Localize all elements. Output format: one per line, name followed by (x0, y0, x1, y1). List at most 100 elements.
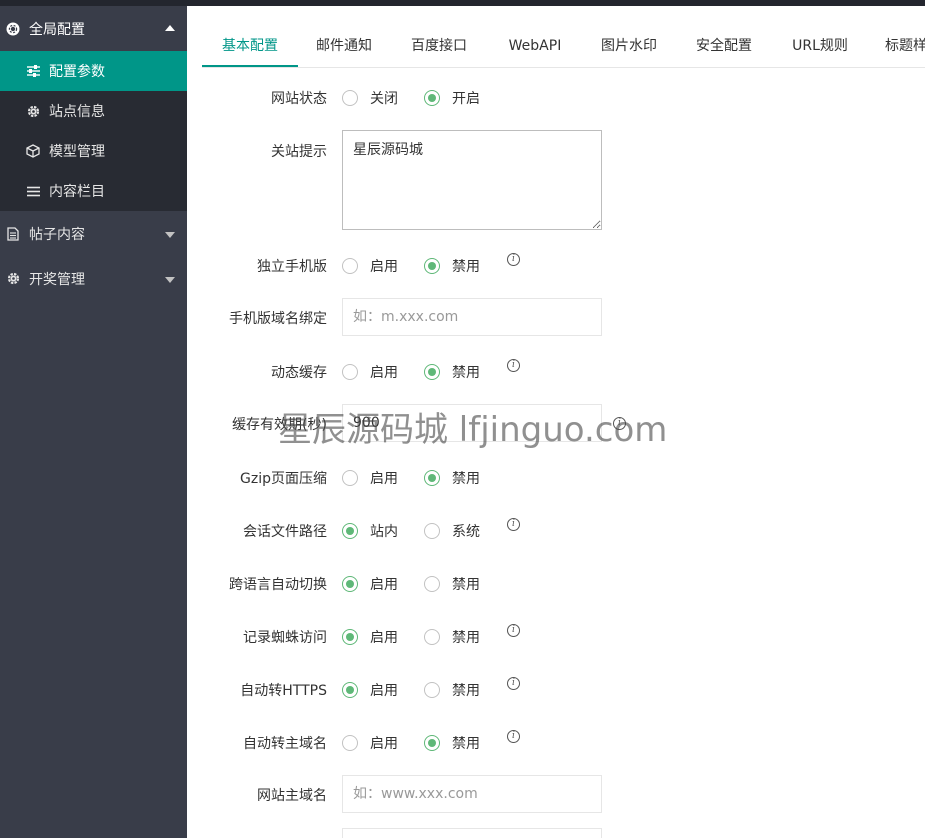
chevron-down-icon (165, 231, 175, 238)
info-icon[interactable]: i (507, 253, 520, 266)
form-row-next (187, 828, 925, 838)
radio-site-status-off[interactable]: 关闭 (342, 88, 398, 108)
sidebar: 全局配置 配置参数 站点信息 模型管理 内容栏目 帖子内容 开奖管理 (0, 6, 187, 838)
radio-circle (342, 629, 358, 645)
radio-session-system[interactable]: 系统 (424, 521, 480, 541)
field-label: 动态缓存 (271, 365, 327, 381)
sliders-icon (26, 65, 40, 77)
radio-gzip-disable[interactable]: 禁用 (424, 468, 480, 488)
radio-mobile-enable[interactable]: 启用 (342, 256, 398, 276)
radio-spider-enable[interactable]: 启用 (342, 627, 398, 647)
radio-label: 启用 (370, 683, 398, 699)
field-label: 自动转主域名 (243, 736, 327, 752)
form-row-gzip: Gzip页面压缩 启用 禁用 (187, 468, 925, 488)
radio-https-disable[interactable]: 禁用 (424, 680, 480, 700)
close-tip-textarea[interactable]: 星辰源码城 (342, 130, 602, 230)
info-icon[interactable]: i (507, 624, 520, 637)
radio-circle (424, 629, 440, 645)
info-icon[interactable]: i (507, 518, 520, 531)
radio-circle (342, 682, 358, 698)
radio-cache-disable[interactable]: 禁用 (424, 362, 480, 382)
form-row-mobile-site: 独立手机版 启用 禁用 i (187, 253, 925, 276)
tab-email-notify[interactable]: 邮件通知 (310, 26, 378, 66)
tab-bar: 基本配置 邮件通知 百度接口 WebAPI 图片水印 安全配置 URL规则 标题… (202, 26, 925, 68)
field-label: 跨语言自动切换 (229, 577, 327, 593)
info-icon[interactable]: i (507, 359, 520, 372)
radio-lang-disable[interactable]: 禁用 (424, 574, 480, 594)
info-icon[interactable]: i (507, 730, 520, 743)
form-row-auto-https: 自动转HTTPS 启用 禁用 i (187, 677, 925, 700)
radio-label: 启用 (370, 577, 398, 593)
radio-lang-enable[interactable]: 启用 (342, 574, 398, 594)
radio-circle (424, 364, 440, 380)
sidebar-group-post-content[interactable]: 帖子内容 (0, 211, 187, 256)
sidebar-item-label: 模型管理 (49, 144, 105, 160)
radio-circle (424, 576, 440, 592)
tab-title-style[interactable]: 标题样 (885, 26, 925, 66)
field-label: 手机版域名绑定 (229, 311, 327, 327)
radio-label: 关闭 (370, 91, 398, 107)
tab-webapi[interactable]: WebAPI (502, 26, 568, 66)
radio-label: 站内 (370, 524, 398, 540)
form-row-site-status: 网站状态 关闭 开启 (187, 88, 925, 108)
list-icon (26, 186, 40, 197)
radio-https-enable[interactable]: 启用 (342, 680, 398, 700)
sidebar-item-label: 配置参数 (49, 64, 105, 80)
field-label: 记录蜘蛛访问 (243, 630, 327, 646)
sidebar-group-lottery-manage[interactable]: 开奖管理 (0, 256, 187, 301)
main-domain-input[interactable] (342, 775, 602, 813)
sidebar-item-config-params[interactable]: 配置参数 (0, 51, 187, 91)
next-input[interactable] (342, 828, 602, 838)
tab-baidu-api[interactable]: 百度接口 (405, 26, 473, 66)
radio-session-local[interactable]: 站内 (342, 521, 398, 541)
tab-url-rules[interactable]: URL规则 (786, 26, 854, 66)
form-row-main-domain: 网站主域名 (187, 775, 925, 813)
sidebar-group-label: 开奖管理 (29, 271, 85, 288)
form-row-auto-main-domain: 自动转主域名 启用 禁用 i (187, 730, 925, 753)
sidebar-item-label: 内容栏目 (49, 184, 105, 200)
radio-circle (342, 523, 358, 539)
form-row-session-path: 会话文件路径 站内 系统 i (187, 518, 925, 541)
info-icon[interactable]: i (613, 417, 626, 430)
radio-circle (424, 735, 440, 751)
radio-mobile-disable[interactable]: 禁用 (424, 256, 480, 276)
info-icon[interactable]: i (507, 677, 520, 690)
radio-site-status-on[interactable]: 开启 (424, 88, 480, 108)
radio-main-domain-disable[interactable]: 禁用 (424, 733, 480, 753)
sidebar-group-global-config[interactable]: 全局配置 (0, 6, 187, 51)
tab-image-watermark[interactable]: 图片水印 (595, 26, 663, 66)
gear-icon (6, 272, 20, 286)
radio-main-domain-enable[interactable]: 启用 (342, 733, 398, 753)
mobile-domain-input[interactable] (342, 298, 602, 336)
cube-icon (26, 144, 40, 158)
radio-cache-enable[interactable]: 启用 (342, 362, 398, 382)
radio-circle (342, 735, 358, 751)
gear-icon (26, 105, 40, 118)
sidebar-item-site-info[interactable]: 站点信息 (0, 91, 187, 131)
radio-circle (424, 523, 440, 539)
radio-label: 禁用 (452, 259, 480, 275)
radio-circle (424, 90, 440, 106)
radio-label: 禁用 (452, 471, 480, 487)
radio-gzip-enable[interactable]: 启用 (342, 468, 398, 488)
tab-security-config[interactable]: 安全配置 (690, 26, 758, 66)
form-row-spider-log: 记录蜘蛛访问 启用 禁用 i (187, 624, 925, 647)
chevron-down-icon (165, 276, 175, 283)
radio-label: 禁用 (452, 577, 480, 593)
tab-basic-config[interactable]: 基本配置 (202, 26, 298, 67)
field-label: 关站提示 (271, 144, 327, 160)
radio-label: 系统 (452, 524, 480, 540)
gear-circle-icon (6, 22, 20, 36)
radio-label: 禁用 (452, 365, 480, 381)
field-label: 网站主域名 (257, 788, 327, 804)
field-label: 独立手机版 (257, 259, 327, 275)
sidebar-subnav: 配置参数 站点信息 模型管理 内容栏目 (0, 51, 187, 211)
radio-circle (342, 90, 358, 106)
radio-label: 开启 (452, 91, 480, 107)
cache-ttl-input[interactable] (342, 404, 602, 442)
sidebar-item-model-manage[interactable]: 模型管理 (0, 131, 187, 171)
sidebar-item-content-columns[interactable]: 内容栏目 (0, 171, 187, 211)
sidebar-group-label: 全局配置 (29, 21, 85, 38)
sidebar-group-label: 帖子内容 (29, 226, 85, 243)
radio-spider-disable[interactable]: 禁用 (424, 627, 480, 647)
